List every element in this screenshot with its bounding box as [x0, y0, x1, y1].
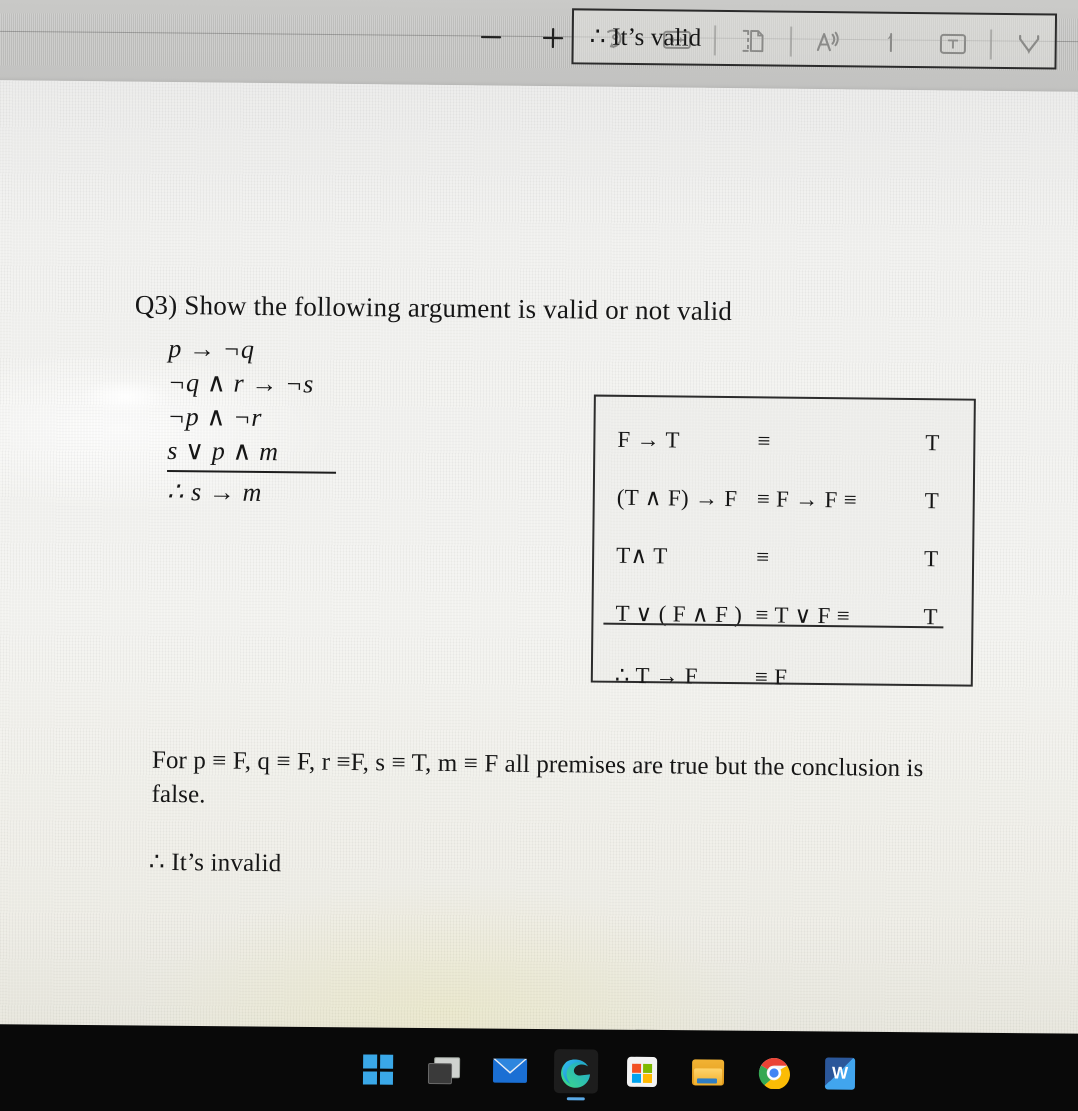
- premise-3: ¬p ∧ ¬r: [167, 401, 263, 432]
- evaluation-row: T∧ T ≡ T: [594, 527, 973, 589]
- evaluation-box: F → T ≡ T (T ∧ F) → F ≡ F → F ≡ T T∧ T ≡…: [590, 394, 976, 690]
- file-explorer-button[interactable]: [686, 1050, 730, 1094]
- chrome-button[interactable]: [752, 1051, 796, 1095]
- evaluation-expression: (T ∧ F) → F: [616, 484, 738, 512]
- evaluation-conclusion-row: ∴ T → F ≡ F: [593, 647, 972, 709]
- taskbar-items: W: [356, 1047, 862, 1095]
- evaluation-row: T ∨ ( F ∧ F ) ≡ T ∨ F ≡ T: [593, 585, 972, 647]
- premise-4: s ∨ p ∧ m: [167, 433, 337, 474]
- word-icon: W: [824, 1057, 856, 1090]
- evaluation-expression: T∧ T: [616, 542, 668, 569]
- premise-1: p → ¬q: [168, 333, 255, 364]
- evaluation-value: T: [924, 488, 940, 514]
- evaluation-middle: ≡: [757, 428, 771, 454]
- evaluation-value: T: [925, 430, 940, 456]
- task-view-button[interactable]: [422, 1048, 466, 1092]
- final-conclusion: ∴ It’s invalid: [148, 848, 282, 878]
- valid-conclusion-text: ∴ It’s valid: [589, 23, 702, 52]
- edge-button[interactable]: [553, 1049, 599, 1094]
- evaluation-middle: ≡: [756, 544, 770, 570]
- microsoft-store-icon: [626, 1056, 658, 1088]
- chrome-icon: [758, 1058, 790, 1090]
- screen-photo: ∴ It’s valid Q3) Show the following argu…: [0, 0, 1078, 1111]
- windows-logo-icon: [362, 1054, 394, 1085]
- mail-button[interactable]: [488, 1049, 532, 1093]
- zoom-out-icon[interactable]: [460, 14, 523, 61]
- file-explorer-icon: [691, 1059, 725, 1086]
- word-button[interactable]: W: [818, 1051, 862, 1095]
- start-button[interactable]: [356, 1047, 400, 1091]
- document-content: ∴ It’s valid Q3) Show the following argu…: [0, 8, 1078, 1058]
- argument-conclusion: ∴ s → m: [166, 476, 263, 507]
- edge-icon: [561, 1059, 591, 1088]
- evaluation-expression: F → T: [617, 426, 680, 453]
- premise-2: ¬q ∧ r → ¬s: [167, 367, 315, 399]
- evaluation-conclusion-expression: ∴ T → F: [614, 662, 698, 689]
- document-page: ∴ It’s valid Q3) Show the following argu…: [0, 8, 1078, 1058]
- microsoft-store-button[interactable]: [620, 1050, 664, 1094]
- mail-icon: [492, 1058, 528, 1083]
- evaluation-value: T: [923, 546, 939, 572]
- evaluation-conclusion-middle: ≡ F: [754, 664, 788, 690]
- valid-conclusion-box: ∴ It’s valid: [571, 8, 1058, 70]
- evaluation-row: F → T ≡ T: [595, 411, 974, 473]
- argument-premises: p → ¬q ¬q ∧ r → ¬s ¬p ∧ ¬r s ∨ p ∧ m ∴ s…: [167, 332, 338, 511]
- windows-taskbar: W: [0, 1024, 1078, 1111]
- explanation-paragraph: For p ≡ F, q ≡ F, r ≡F, s ≡ T, m ≡ F all…: [151, 746, 924, 809]
- evaluation-middle: ≡ F → F ≡: [756, 486, 858, 513]
- task-view-icon: [427, 1057, 461, 1085]
- evaluation-row: (T ∧ F) → F ≡ F → F ≡ T: [594, 469, 973, 531]
- question-title: Q3) Show the following argument is valid…: [134, 289, 733, 327]
